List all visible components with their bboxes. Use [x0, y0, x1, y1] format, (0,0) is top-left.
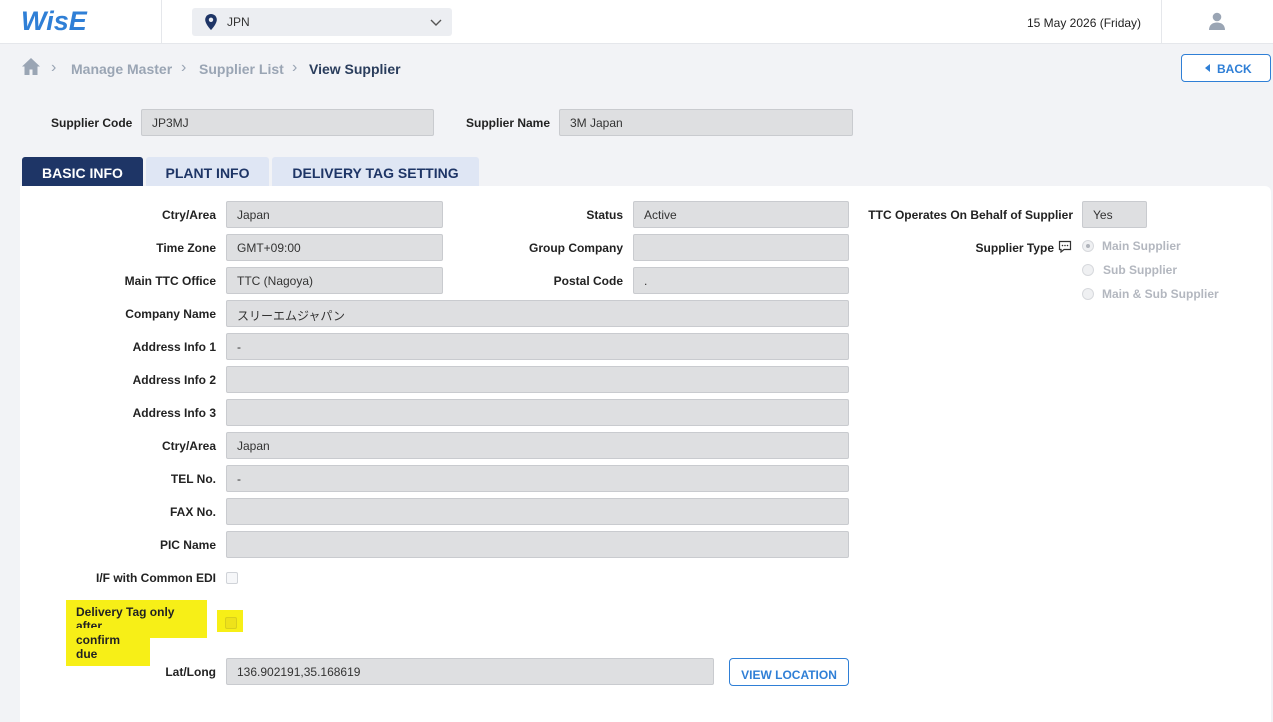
back-button[interactable]: BACK — [1181, 54, 1271, 82]
tab-plant-info[interactable]: PLANT INFO — [146, 157, 269, 187]
common-edi-checkbox[interactable] — [226, 572, 238, 584]
tel-no-field: - — [226, 465, 849, 492]
address-info-1-label: Address Info 1 — [132, 340, 216, 354]
region-value: JPN — [227, 15, 250, 29]
supplier-type-label: Supplier Type — [975, 241, 1054, 255]
tab-delivery-tag-setting[interactable]: DELIVERY TAG SETTING — [272, 157, 479, 187]
ctry-area-label: Ctry/Area — [161, 208, 216, 222]
company-name-label: Company Name — [125, 307, 216, 321]
supplier-name-label: Supplier Name — [466, 116, 551, 130]
address-info-2-label: Address Info 2 — [132, 373, 216, 387]
postal-code-label: Postal Code — [553, 274, 623, 288]
group-company-field — [633, 234, 849, 261]
pic-name-field — [226, 531, 849, 558]
chevron-down-icon — [430, 19, 442, 26]
time-zone-field: GMT+09:00 — [226, 234, 443, 261]
chevron-right-icon: › — [181, 59, 187, 76]
status-label: Status — [586, 208, 623, 222]
tab-basic-info[interactable]: BASIC INFO — [22, 157, 143, 187]
radio-sub-supplier[interactable] — [1082, 264, 1094, 276]
supplier-code-label: Supplier Code — [51, 116, 133, 130]
delivery-tag-label-line-2: confirm due — [66, 628, 150, 666]
home-icon[interactable] — [21, 57, 41, 76]
tel-no-label: TEL No. — [170, 472, 216, 486]
address-info-2-field — [226, 366, 849, 393]
time-zone-label: Time Zone — [156, 241, 216, 255]
radio-main-sub-supplier-label: Main & Sub Supplier — [1102, 287, 1219, 301]
ttc-operates-field: Yes — [1082, 201, 1147, 228]
user-menu[interactable] — [1161, 0, 1273, 44]
ctry-area-2-field: Japan — [226, 432, 849, 459]
supplier-code-field: JP3MJ — [141, 109, 434, 136]
chevron-right-icon: › — [292, 59, 298, 76]
main-ttc-office-label: Main TTC Office — [124, 274, 216, 288]
ttc-operates-label: TTC Operates On Behalf of Supplier — [868, 208, 1073, 222]
radio-main-supplier[interactable] — [1082, 240, 1094, 252]
group-company-label: Group Company — [528, 241, 623, 255]
ctry-area-field: Japan — [226, 201, 443, 228]
radio-main-supplier-label: Main Supplier — [1102, 239, 1181, 253]
ctry-area-2-label: Ctry/Area — [161, 439, 216, 453]
breadcrumb-manage-master[interactable]: Manage Master — [71, 61, 172, 77]
current-date: 15 May 2026 (Friday) — [1027, 16, 1142, 30]
address-info-1-field: - — [226, 333, 849, 360]
lat-long-label: Lat/Long — [165, 665, 216, 679]
common-edi-label: I/F with Common EDI — [96, 571, 216, 585]
lat-long-field: 136.902191,35.168619 — [226, 658, 714, 685]
address-info-3-field — [226, 399, 849, 426]
address-info-3-label: Address Info 3 — [132, 406, 216, 420]
fax-no-label: FAX No. — [169, 505, 216, 519]
app-logo[interactable]: WisE — [21, 6, 87, 37]
user-icon — [1209, 12, 1225, 30]
location-pin-icon — [205, 14, 217, 30]
radio-main-sub-supplier[interactable] — [1082, 288, 1094, 300]
status-field: Active — [633, 201, 849, 228]
main-ttc-office-field: TTC (Nagoya) — [226, 267, 443, 294]
chevron-right-icon: › — [51, 59, 57, 76]
delivery-tag-checkbox[interactable] — [225, 617, 237, 629]
breadcrumb-supplier-list[interactable]: Supplier List — [199, 61, 284, 77]
company-name-field: スリーエムジャパン — [226, 300, 849, 327]
view-location-button[interactable]: VIEW LOCATION — [729, 658, 849, 686]
top-bar: WisE JPN 15 May 2026 (Friday) — [0, 0, 1273, 44]
fax-no-field — [226, 498, 849, 525]
breadcrumb-view-supplier: View Supplier — [309, 61, 401, 77]
logo-area: WisE — [0, 0, 162, 44]
radio-sub-supplier-label: Sub Supplier — [1103, 263, 1178, 277]
comment-icon[interactable] — [1058, 240, 1072, 253]
pic-name-label: PIC Name — [159, 538, 216, 552]
region-select[interactable]: JPN — [192, 8, 452, 36]
postal-code-field: . — [633, 267, 849, 294]
supplier-name-field: 3M Japan — [559, 109, 853, 136]
caret-left-icon — [1205, 64, 1210, 72]
